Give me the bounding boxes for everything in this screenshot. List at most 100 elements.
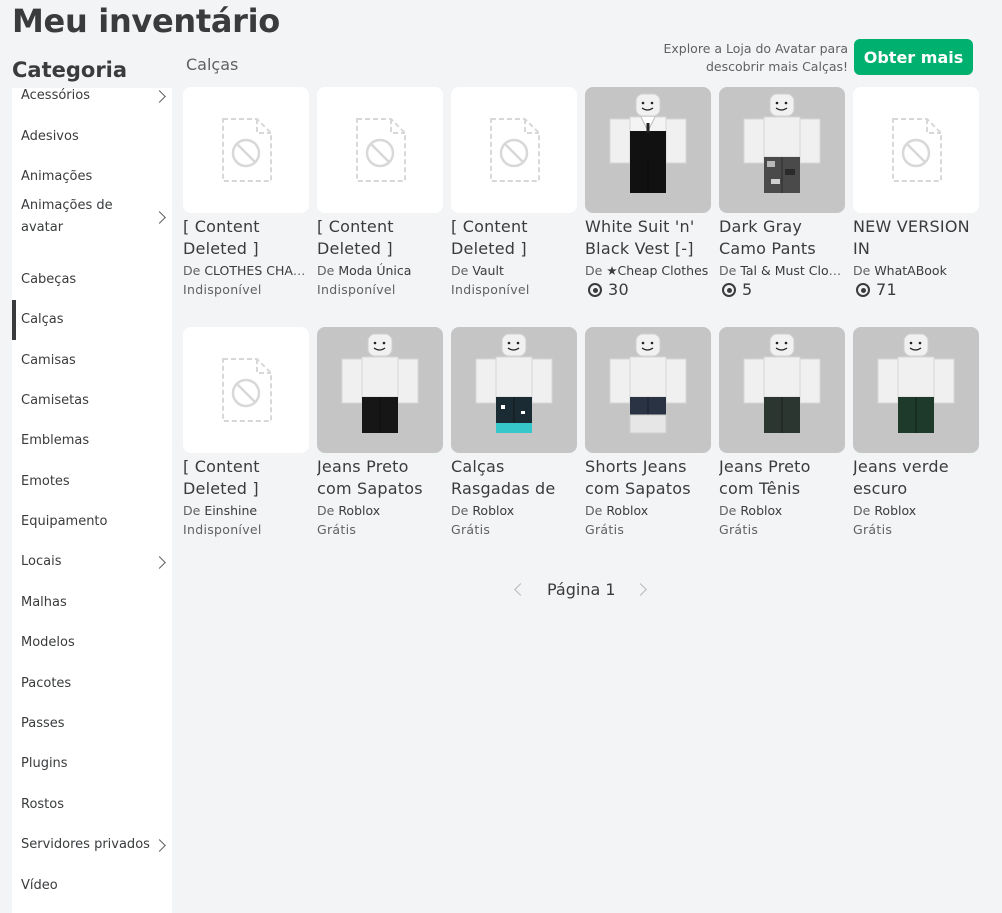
sidebar-item[interactable]: Camisas xyxy=(12,348,172,374)
sidebar-item-label: Malhas xyxy=(21,595,67,610)
sidebar-item[interactable]: Calças xyxy=(12,300,172,340)
item-card[interactable]: Dark Gray Camo Pants De Tal & Must Clothi… xyxy=(719,87,845,300)
sidebar-item[interactable]: Animações de avatar xyxy=(12,195,172,239)
item-name[interactable]: NEW VERSION IN xyxy=(853,216,979,260)
next-page-icon[interactable] xyxy=(633,582,647,596)
content-deleted-icon xyxy=(490,118,540,182)
sidebar-item[interactable]: Malhas xyxy=(12,590,172,616)
item-price: 5 xyxy=(719,280,845,300)
get-more-button[interactable]: Obter mais xyxy=(854,39,973,75)
content-deleted-icon xyxy=(892,118,942,182)
item-price-value: Grátis xyxy=(585,522,625,537)
avatar-preview-icon xyxy=(341,333,419,433)
sidebar-item-label: Camisas xyxy=(21,353,76,368)
item-card[interactable]: [ Content Deleted ] De Einshine Indisponív… xyxy=(183,327,309,540)
unavailable-thumbnail[interactable] xyxy=(183,327,309,453)
item-price-value: Indisponível xyxy=(317,282,396,297)
sidebar-item[interactable]: Equipamento xyxy=(12,509,172,535)
sidebar-item[interactable]: Servidores privados xyxy=(12,832,172,858)
item-card[interactable]: Calças Rasgadas de De Roblox Grátis xyxy=(451,327,577,540)
item-name[interactable]: [ Content Deleted ] xyxy=(183,456,309,500)
item-price: Grátis xyxy=(853,520,979,540)
item-name[interactable]: [ Content Deleted ] xyxy=(317,216,443,260)
sidebar-item[interactable]: Rostos xyxy=(12,792,172,818)
content-deleted-icon xyxy=(222,358,272,422)
item-thumbnail[interactable] xyxy=(719,87,845,213)
creator-link[interactable]: Roblox xyxy=(874,503,916,518)
item-price: Indisponível xyxy=(183,280,309,300)
previous-page-icon[interactable] xyxy=(514,582,527,596)
item-thumbnail[interactable] xyxy=(585,327,711,453)
item-card[interactable]: NEW VERSION IN De WhatABook 71 xyxy=(853,87,979,300)
item-card[interactable]: Jeans Preto com Tênis De Roblox Grátis xyxy=(719,327,845,540)
creator-link[interactable]: Roblox xyxy=(740,503,782,518)
item-name[interactable]: Jeans verde escuro xyxy=(853,456,979,500)
sidebar-item[interactable]: Modelos xyxy=(12,630,172,656)
item-thumbnail[interactable] xyxy=(853,327,979,453)
creator-link[interactable]: Vault xyxy=(472,263,504,278)
creator-link[interactable]: Roblox xyxy=(338,503,380,518)
sidebar-item[interactable]: Vídeo xyxy=(12,873,172,899)
item-thumbnail[interactable] xyxy=(585,87,711,213)
item-card[interactable]: [ Content Deleted ] De Vault Indisponível xyxy=(451,87,577,300)
creator-link[interactable]: Moda Única xyxy=(338,263,411,278)
creator-link[interactable]: Roblox xyxy=(472,503,514,518)
item-card[interactable]: Jeans verde escuro De Roblox Grátis xyxy=(853,327,979,540)
item-name[interactable]: Dark Gray Camo Pants xyxy=(719,216,845,260)
item-card[interactable]: Shorts Jeans com Sapatos De Roblox Grátis xyxy=(585,327,711,540)
sidebar-item[interactable]: Passes xyxy=(12,711,172,737)
creator-prefix: De xyxy=(585,263,603,278)
item-creator: De Roblox xyxy=(853,501,979,520)
unavailable-thumbnail[interactable] xyxy=(451,87,577,213)
item-price-value: Grátis xyxy=(719,522,759,537)
unavailable-thumbnail[interactable] xyxy=(853,87,979,213)
item-price-value: Indisponível xyxy=(183,522,262,537)
unavailable-thumbnail[interactable] xyxy=(183,87,309,213)
item-name[interactable]: Jeans Preto com Sapatos xyxy=(317,456,443,500)
item-price: 30 xyxy=(585,280,711,300)
category-heading: Categoria xyxy=(12,58,128,82)
item-card[interactable]: White Suit 'n' Black Vest [-] De ★Cheap C… xyxy=(585,87,711,300)
sidebar-item[interactable]: Emotes xyxy=(12,469,172,495)
creator-link[interactable]: Roblox xyxy=(606,503,648,518)
item-card[interactable]: [ Content Deleted ] De Moda Única Indispon… xyxy=(317,87,443,300)
item-thumbnail[interactable] xyxy=(719,327,845,453)
sidebar-item[interactable]: Locais xyxy=(12,549,172,575)
item-card[interactable]: Jeans Preto com Sapatos De Roblox Grátis xyxy=(317,327,443,540)
sidebar-item-label: Modelos xyxy=(21,635,75,650)
item-name[interactable]: White Suit 'n' Black Vest [-] xyxy=(585,216,711,260)
item-name[interactable]: Shorts Jeans com Sapatos xyxy=(585,456,711,500)
creator-link[interactable]: Einshine xyxy=(204,503,257,518)
sidebar-item[interactable]: Plugins xyxy=(12,751,172,777)
creator-link[interactable]: WhatABook xyxy=(874,263,947,278)
item-thumbnail[interactable] xyxy=(317,327,443,453)
creator-link[interactable]: CLOTHES CHAINS xyxy=(204,263,309,278)
sidebar-item[interactable]: Camisetas xyxy=(12,388,172,414)
creator-prefix: De xyxy=(317,503,335,518)
sidebar-item[interactable]: Emblemas xyxy=(12,428,172,454)
sidebar-item-label: Locais xyxy=(21,554,62,569)
item-card[interactable]: [ Content Deleted ] De CLOTHES CHAINS Indi… xyxy=(183,87,309,300)
creator-prefix: De xyxy=(183,503,201,518)
creator-link[interactable]: Tal & Must Clothing xyxy=(740,263,845,278)
item-creator: De Roblox xyxy=(585,501,711,520)
sidebar-item[interactable]: Pacotes xyxy=(12,671,172,697)
creator-prefix: De xyxy=(183,263,201,278)
item-price: Grátis xyxy=(719,520,845,540)
sidebar-item[interactable]: Acessórios xyxy=(12,83,172,109)
robux-icon xyxy=(722,283,736,297)
sidebar-item[interactable]: Adesivos xyxy=(12,124,172,150)
item-thumbnail[interactable] xyxy=(451,327,577,453)
avatar-preview-icon xyxy=(877,333,955,433)
item-name[interactable]: [ Content Deleted ] xyxy=(451,216,577,260)
sidebar-item-label: Calças xyxy=(21,312,64,327)
sidebar-item-label: Adesivos xyxy=(21,129,79,144)
item-name[interactable]: Jeans Preto com Tênis xyxy=(719,456,845,500)
item-name[interactable]: [ Content Deleted ] xyxy=(183,216,309,260)
sidebar-item[interactable]: Animações xyxy=(12,164,172,190)
sidebar-item-label: Camisetas xyxy=(21,393,89,408)
creator-link[interactable]: ★Cheap Clothes xyxy=(606,263,708,278)
unavailable-thumbnail[interactable] xyxy=(317,87,443,213)
sidebar-item[interactable]: Cabeças xyxy=(12,267,172,293)
item-name[interactable]: Calças Rasgadas de xyxy=(451,456,577,500)
